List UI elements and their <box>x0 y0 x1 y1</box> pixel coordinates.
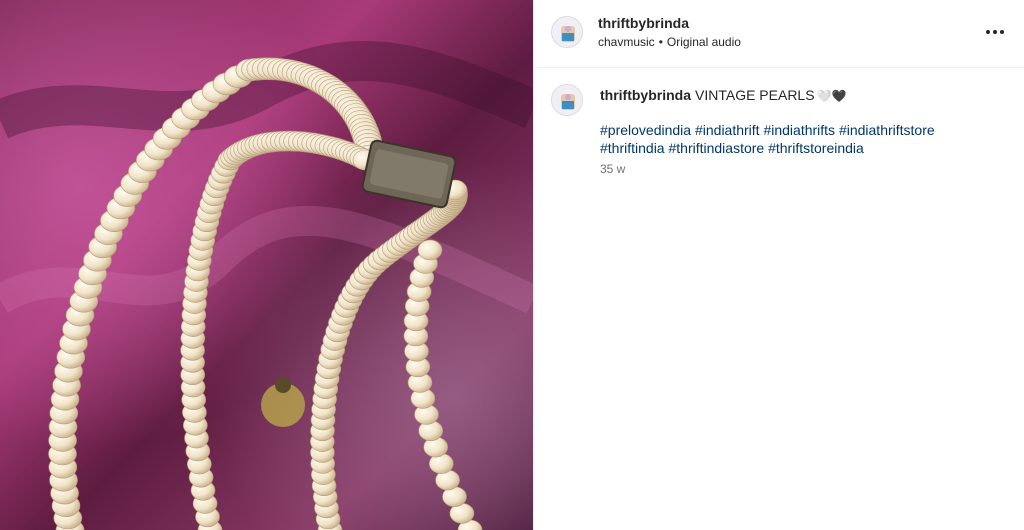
profile-picture-icon <box>553 86 582 115</box>
audio-separator: • <box>658 35 663 49</box>
post-image[interactable] <box>0 0 533 530</box>
more-dot <box>1000 30 1004 34</box>
hashtag-list: #prelovedindia #indiathrift #indiathrift… <box>600 121 1000 157</box>
avatar[interactable] <box>551 84 583 116</box>
audio-label[interactable]: Original audio <box>667 35 741 49</box>
more-options-button[interactable] <box>983 22 1007 42</box>
caption-text: thriftbybrinda VINTAGE PEARLS 🤍🖤 <box>600 86 1000 105</box>
hashtag-link[interactable]: #indiathrift <box>695 122 760 138</box>
caption-username[interactable]: thriftbybrinda <box>600 87 691 103</box>
post-username[interactable]: thriftbybrinda <box>598 15 689 31</box>
hashtag-link[interactable]: #thriftindiastore <box>668 140 764 156</box>
post-details-panel: thriftbybrinda chavmusic • Original audio … <box>533 0 1024 530</box>
pearl-necklace-photo <box>0 0 533 530</box>
more-dot <box>993 30 997 34</box>
hashtag-link[interactable]: #thriftindia <box>600 140 665 156</box>
more-horizontal-icon <box>986 30 990 34</box>
hashtag-link[interactable]: #indiathriftstore <box>839 122 935 138</box>
hashtag-link[interactable]: #prelovedindia <box>600 122 691 138</box>
profile-picture-icon <box>553 18 582 47</box>
hashtag-link[interactable]: #thriftstoreindia <box>768 140 864 156</box>
heart-emoji: 🤍🖤 <box>816 89 847 103</box>
audio-artist[interactable]: chavmusic <box>598 35 655 49</box>
hashtag-link[interactable]: #indiathrifts <box>763 122 835 138</box>
post-header: thriftbybrinda chavmusic • Original audio <box>534 0 1024 68</box>
caption-body: VINTAGE PEARLS <box>695 87 815 103</box>
audio-info: chavmusic • Original audio <box>598 35 741 49</box>
avatar[interactable] <box>551 16 583 48</box>
post-timestamp[interactable]: 35 w <box>600 162 625 176</box>
pearl-bead <box>417 239 443 261</box>
